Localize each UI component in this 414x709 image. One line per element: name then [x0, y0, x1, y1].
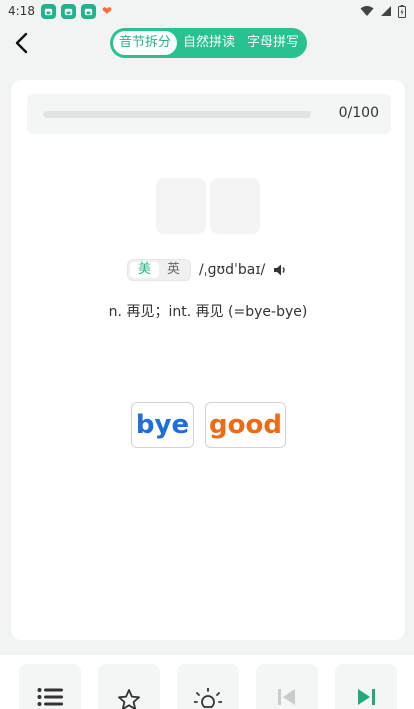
- star-icon: [118, 689, 140, 709]
- syllable-slot[interactable]: [156, 178, 206, 234]
- phonetic-text: /ˌɡʊdˈbaɪ/: [199, 262, 266, 278]
- accent-uk-option[interactable]: 英: [159, 262, 188, 278]
- app-notification-icon: [40, 3, 56, 19]
- word-definition: n. 再见；int. 再见 (=bye-bye): [108, 304, 308, 320]
- previous-word-button[interactable]: [256, 664, 318, 709]
- accent-us-option[interactable]: 美: [130, 262, 160, 278]
- app-notification-icon: [80, 3, 96, 19]
- tab-syllable-split[interactable]: 音节拆分: [113, 31, 178, 55]
- progress-text: 0/100: [338, 105, 379, 121]
- lightbulb-icon: [194, 688, 222, 708]
- syllable-slots: [156, 178, 260, 234]
- skip-previous-icon: [278, 689, 295, 705]
- tab-spelling[interactable]: 字母拼写: [241, 31, 305, 55]
- mode-tabs: 音节拆分 自然拼读 字母拼写: [110, 28, 307, 58]
- back-arrow-icon: [15, 32, 28, 54]
- status-time: 4:18: [8, 4, 35, 18]
- bottom-toolbar: [0, 655, 414, 709]
- wifi-icon: [360, 6, 374, 16]
- speaker-icon[interactable]: [273, 263, 287, 277]
- choice-good-button[interactable]: good: [205, 402, 286, 448]
- heart-icon: ❤: [101, 4, 113, 18]
- word-list-button[interactable]: [19, 664, 81, 709]
- syllable-choices: bye good: [131, 402, 286, 448]
- skip-next-icon: [358, 689, 375, 705]
- favorite-button[interactable]: [98, 664, 160, 709]
- next-word-button[interactable]: [335, 664, 397, 709]
- tab-phonics[interactable]: 自然拼读: [177, 31, 241, 55]
- syllable-slot[interactable]: [210, 178, 260, 234]
- progress-bar: [43, 111, 311, 118]
- accent-toggle: 美 英: [127, 259, 192, 281]
- header: 音节拆分 自然拼读 字母拼写: [0, 22, 414, 68]
- choice-bye-button[interactable]: bye: [131, 402, 194, 448]
- list-icon: [37, 688, 63, 706]
- word-card: 0/100 美 英 /ˌɡʊdˈbaɪ/ n. 再见；int. 再见 (=bye…: [11, 80, 405, 640]
- pronunciation-row: 美 英 /ˌɡʊdˈbaɪ/: [127, 258, 287, 282]
- back-button[interactable]: [6, 28, 36, 58]
- signal-icon: [381, 6, 391, 16]
- battery-icon: [398, 4, 406, 18]
- progress-panel: 0/100: [27, 94, 391, 134]
- status-bar: 4:18 ❤: [0, 0, 414, 22]
- app-notification-icon: [60, 3, 76, 19]
- hint-button[interactable]: [177, 664, 239, 709]
